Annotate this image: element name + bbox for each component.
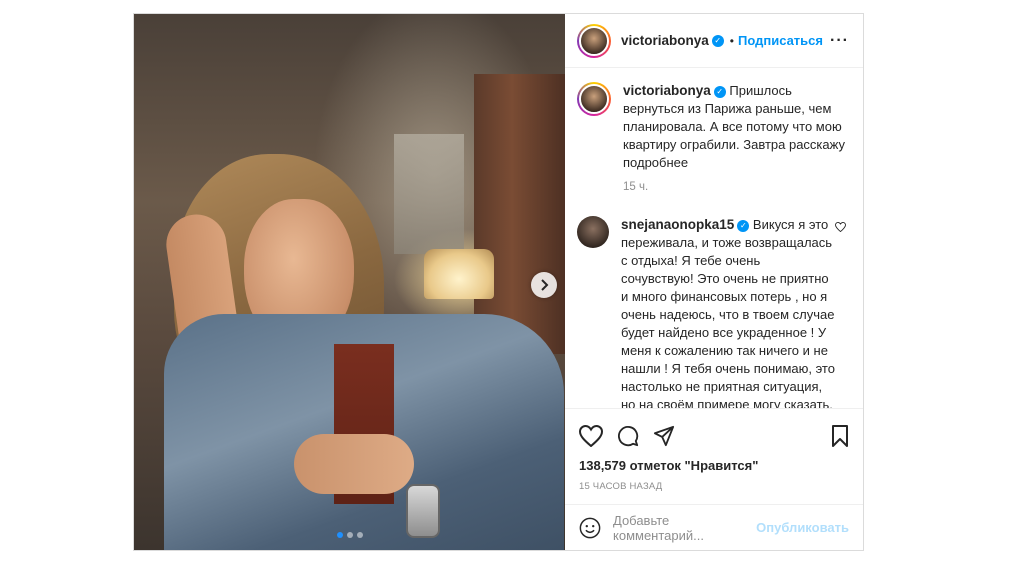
follow-button[interactable]: Подписаться: [738, 33, 823, 48]
carousel-dot: [356, 532, 363, 538]
author-avatar[interactable]: [577, 23, 611, 58]
photo-curtain: [474, 74, 565, 354]
comment-icon[interactable]: [617, 425, 639, 447]
photo-watch: [406, 484, 440, 538]
likes-count[interactable]: 138,579 отметок "Нравится": [565, 450, 863, 473]
carousel-dot: [336, 532, 343, 538]
post-sidebar: victoriabonya ✓ • Подписаться ··· victor…: [565, 14, 863, 550]
post-card: victoriabonya ✓ • Подписаться ··· victor…: [133, 13, 864, 551]
caption-username[interactable]: victoriabonya: [623, 83, 711, 98]
heart-icon[interactable]: [579, 424, 603, 447]
comments-list: victoriabonya ✓ Пришлось вернуться из Пар…: [565, 68, 863, 408]
post-actions: [565, 408, 863, 450]
caption-time[interactable]: 15 ч.: [623, 178, 847, 196]
photo-hand: [294, 434, 414, 494]
author-username[interactable]: victoriabonya: [621, 33, 709, 48]
post-header: victoriabonya ✓ • Подписаться ···: [565, 14, 863, 68]
verified-badge-icon: ✓: [711, 34, 724, 47]
commenter-username[interactable]: snejanaonopka15: [621, 217, 734, 232]
carousel-dots: [134, 532, 565, 538]
commenter-avatar[interactable]: [577, 216, 609, 248]
bookmark-icon[interactable]: [831, 424, 849, 447]
publish-button[interactable]: Опубликовать: [756, 520, 849, 535]
separator-dot: •: [729, 33, 734, 48]
verified-badge-icon: ✓: [737, 219, 750, 232]
post-photo[interactable]: [134, 14, 565, 550]
more-icon[interactable]: ···: [830, 32, 849, 50]
caption: victoriabonya ✓ Пришлось вернуться из Пар…: [577, 82, 847, 196]
chevron-right-icon: [539, 279, 549, 291]
comment-item: snejanaonopka15 ✓ Викуся я это переживала…: [577, 216, 847, 408]
verified-badge-icon: ✓: [713, 85, 726, 98]
comment-text: Викуся я это переживала, и тоже возвраща…: [621, 217, 835, 408]
emoji-icon[interactable]: [579, 517, 601, 539]
photo-window: [394, 134, 464, 254]
photo-lamp: [424, 249, 494, 299]
comment-like-heart-icon[interactable]: [835, 222, 847, 408]
post-timestamp[interactable]: 15 ЧАСОВ НАЗАД: [565, 473, 863, 504]
caption-avatar[interactable]: [577, 82, 611, 116]
comment-input[interactable]: Добавьте комментарий...: [613, 513, 744, 543]
add-comment-bar: Добавьте комментарий... Опубликовать: [565, 504, 863, 550]
share-icon[interactable]: [653, 425, 675, 447]
carousel-next-button[interactable]: [531, 272, 557, 298]
carousel-dot: [346, 532, 353, 538]
